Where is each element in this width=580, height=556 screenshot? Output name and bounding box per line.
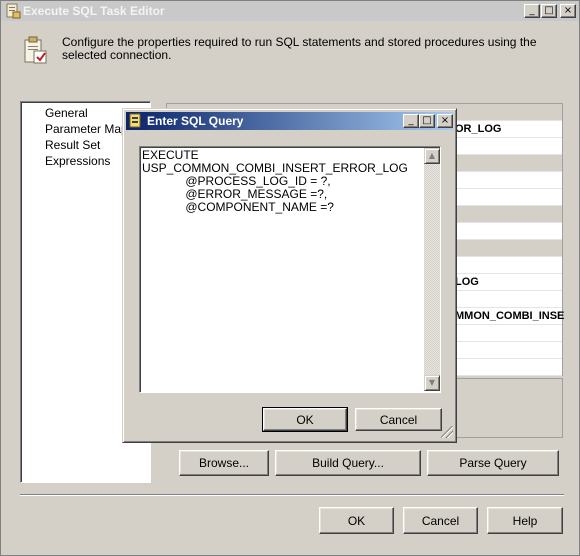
main-close-button[interactable]: × [560,4,576,18]
vertical-scrollbar[interactable]: ▲ ▼ [424,148,440,391]
scroll-down-arrow-icon[interactable]: ▼ [424,375,440,391]
footer-separator [20,494,564,496]
grid-value: MMON_COMBI_INSE [455,310,565,322]
dialog-cancel-button[interactable]: Cancel [355,408,442,431]
dialog-ok-button[interactable]: OK [262,407,348,432]
nav-item-general[interactable]: General [45,106,125,120]
parse-query-button[interactable]: Parse Query [427,450,559,476]
main-maximize-button[interactable]: □ [541,4,557,18]
header-description: Configure the properties required to run… [62,35,537,62]
task-clipboard-icon [24,36,47,64]
scroll-up-arrow-icon[interactable]: ▲ [424,148,440,164]
build-query-button[interactable]: Build Query... [275,450,421,476]
grid-value: OR_LOG [455,123,502,135]
main-titlebar[interactable]: Execute SQL Task Editor _ □ × [1,1,579,21]
nav-item-expressions[interactable]: Expressions [45,154,125,168]
sql-query-textarea[interactable]: EXECUTE USP_COMMON_COMBI_INSERT_ERROR_LO… [139,146,441,393]
resize-grip-icon[interactable] [441,426,453,438]
app-icon [6,3,21,19]
dialog-maximize-button[interactable]: □ [419,114,435,128]
grid-value: LOG [455,276,479,288]
help-button[interactable]: Help [487,507,563,534]
ok-button[interactable]: OK [319,507,394,534]
dialog-titlebar[interactable]: Enter SQL Query _ □ × [126,112,453,130]
nav-item-parameter-mapping[interactable]: Parameter Mapping [45,122,125,136]
browse-button[interactable]: Browse... [179,450,269,476]
main-minimize-button[interactable]: _ [524,4,540,18]
dialog-minimize-button[interactable]: _ [403,114,419,128]
cancel-button[interactable]: Cancel [403,507,478,534]
enter-sql-query-dialog: Enter SQL Query _ □ × EXECUTE USP_COMMON… [122,108,457,443]
dialog-close-button[interactable]: × [437,114,453,128]
dialog-title: Enter SQL Query [147,114,244,128]
main-window-title: Execute SQL Task Editor [23,4,165,18]
sql-query-text[interactable]: EXECUTE USP_COMMON_COMBI_INSERT_ERROR_LO… [142,149,422,389]
dialog-app-icon [129,113,141,128]
nav-item-result-set[interactable]: Result Set [45,138,125,152]
